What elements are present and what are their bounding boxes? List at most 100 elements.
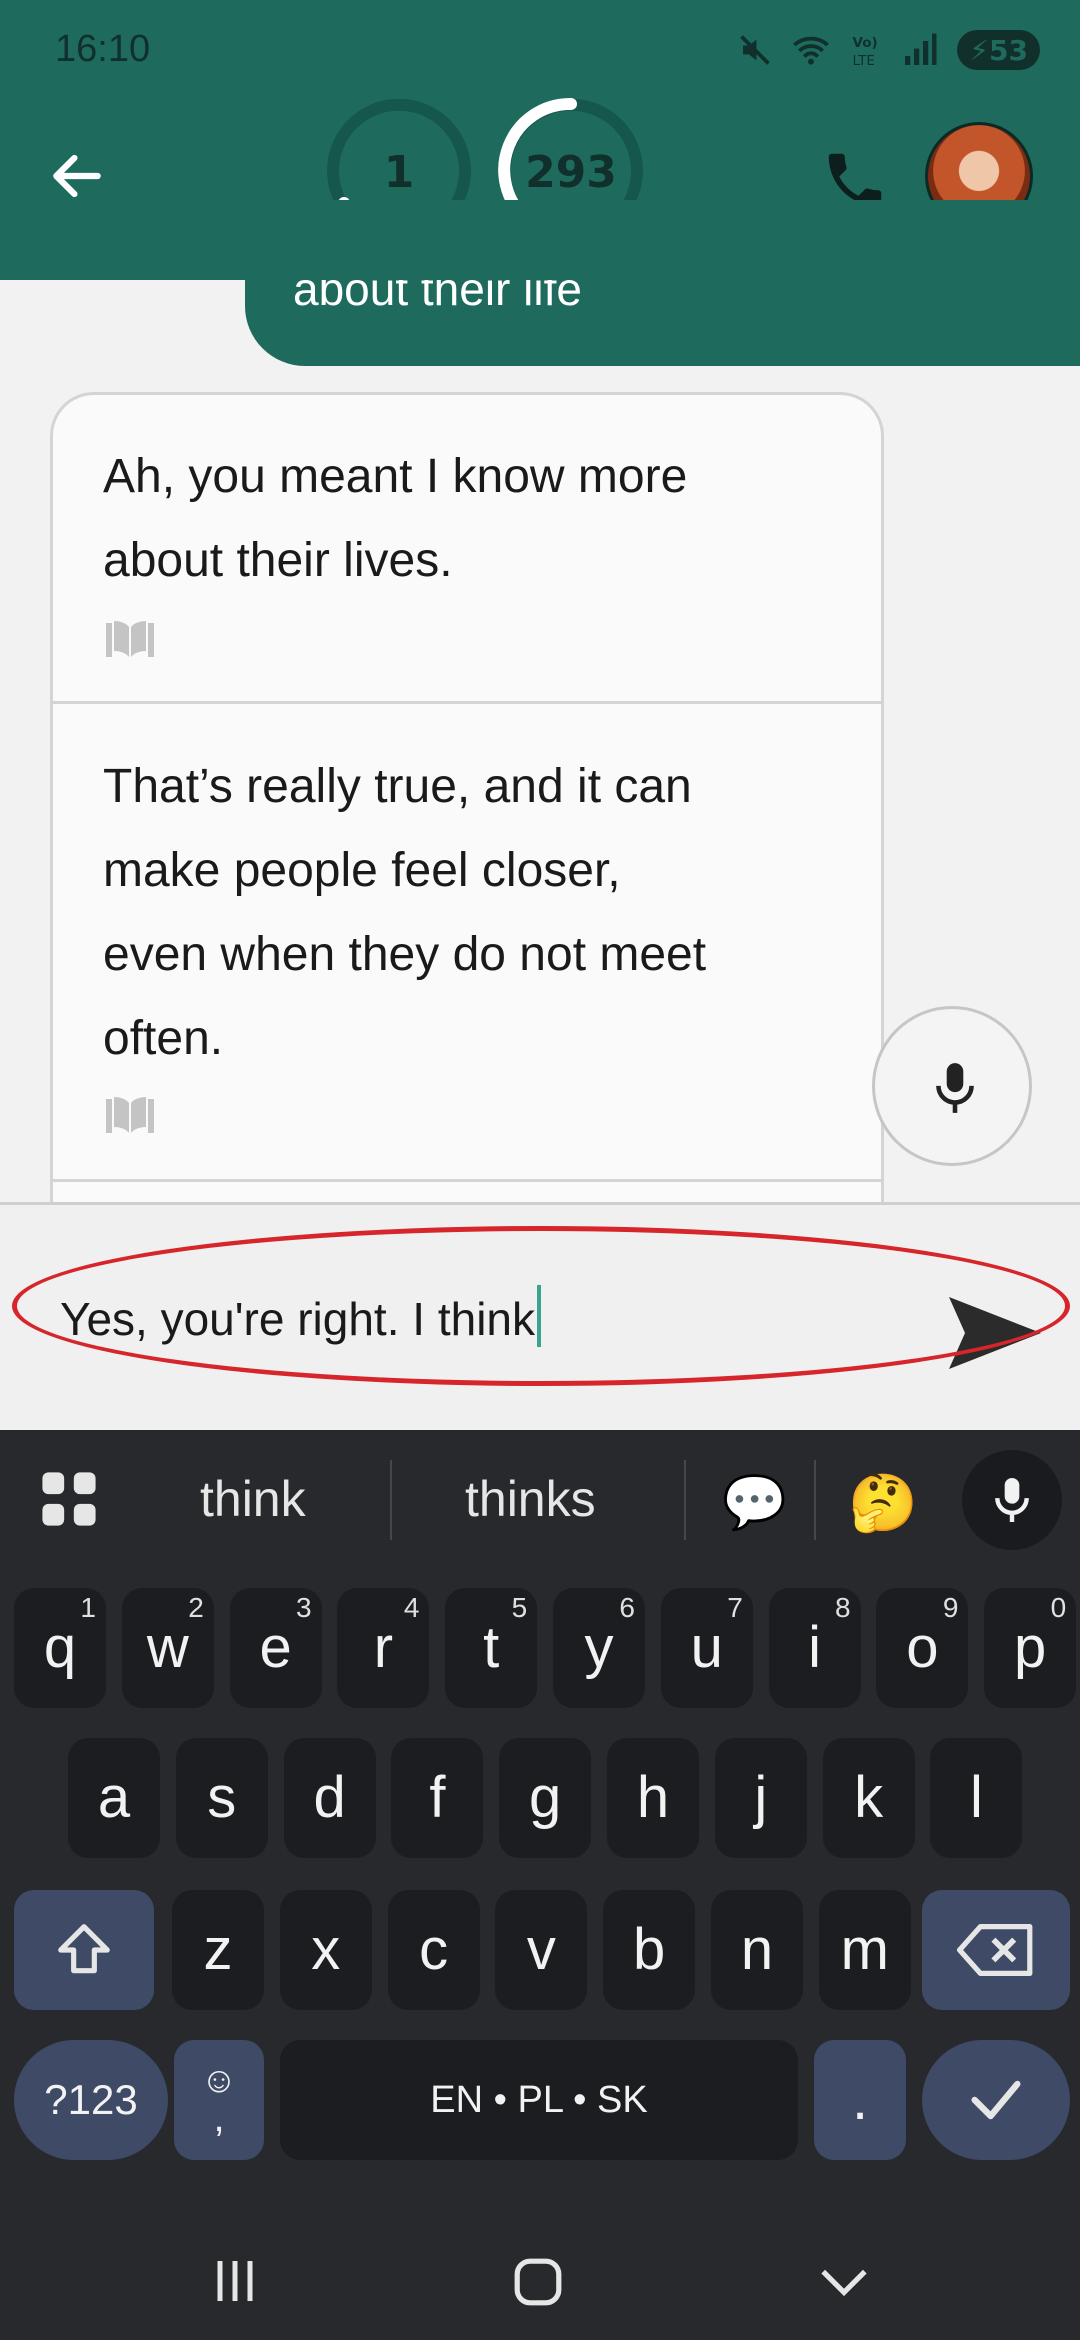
keyboard-menu-icon[interactable] [40, 1470, 98, 1528]
hide-keyboard-chevron-icon[interactable] [818, 2260, 870, 2304]
key-label: d [313, 1765, 346, 1830]
key-number-hint: 5 [511, 1592, 528, 1623]
key-label: f [429, 1765, 446, 1830]
message-divider [53, 1179, 881, 1182]
symbols-key-label: ?123 [44, 2076, 138, 2123]
message-line: even when they do not meet [103, 928, 707, 981]
svg-text:LTE: LTE [853, 53, 875, 68]
key-label: s [207, 1765, 237, 1830]
emoji-smile-icon: ☺ [200, 2059, 238, 2100]
message-line: often. [103, 1012, 224, 1065]
system-nav-bar [0, 2220, 1080, 2340]
key-number-hint: 7 [727, 1592, 743, 1623]
key-number-hint: 8 [835, 1592, 851, 1623]
trophy-count: 1 [383, 147, 415, 198]
key-u[interactable]: u7 [660, 1588, 753, 1708]
key-number-hint: 1 [80, 1592, 96, 1623]
speech-bubble-emoji-icon[interactable]: 💬 [722, 1472, 787, 1533]
key-g[interactable]: g [499, 1738, 592, 1858]
message-line: make people feel closer, [103, 844, 621, 897]
bot-message-1[interactable]: Ah, you meant I know more about their li… [103, 435, 687, 603]
key-label: p [1014, 1615, 1047, 1680]
battery-icon: ⚡ 53 [957, 30, 1040, 70]
key-k[interactable]: k [822, 1738, 915, 1858]
suggestion-2[interactable]: thinks [465, 1470, 596, 1528]
status-icons: Vo) LTE ⚡ 53 [737, 28, 1040, 72]
key-s[interactable]: s [175, 1738, 268, 1858]
key-p[interactable]: p0 [984, 1588, 1077, 1708]
book-icon[interactable] [103, 1093, 157, 1137]
thinking-face-emoji-icon[interactable]: 🤔 [848, 1470, 918, 1536]
voice-input-button[interactable] [872, 1006, 1032, 1166]
enter-key[interactable] [922, 2040, 1070, 2160]
back-arrow-icon[interactable] [46, 145, 108, 207]
key-n[interactable]: n [711, 1890, 803, 2010]
key-label: h [636, 1765, 670, 1830]
key-label: x [311, 1917, 341, 1982]
suggestion-divider [814, 1460, 816, 1540]
volte-icon: Vo) LTE [853, 35, 878, 68]
key-label: m [840, 1917, 889, 1982]
voice-typing-button[interactable] [962, 1450, 1062, 1550]
header-overlap [245, 200, 1080, 280]
space-key[interactable]: EN • PL • SK [280, 2040, 798, 2160]
key-d[interactable]: d [283, 1738, 376, 1858]
listeners-count: 293 [525, 147, 617, 198]
key-label: n [740, 1917, 774, 1982]
key-f[interactable]: f [391, 1738, 484, 1858]
period-key[interactable]: . [814, 2040, 906, 2160]
book-icon[interactable] [103, 617, 157, 661]
key-number-hint: 6 [619, 1592, 635, 1623]
key-y[interactable]: y6 [553, 1588, 645, 1708]
key-a[interactable]: a [68, 1738, 160, 1858]
backspace-key[interactable] [922, 1890, 1070, 2010]
key-label: e [259, 1615, 292, 1680]
recent-apps-icon[interactable] [210, 2256, 260, 2306]
checkmark-icon [971, 2080, 1021, 2120]
key-e[interactable]: e3 [229, 1588, 322, 1708]
microphone-icon [995, 1478, 1029, 1522]
symbols-key[interactable]: ?123 [14, 2040, 168, 2160]
key-c[interactable]: c [387, 1890, 480, 2010]
suggestion-1[interactable]: think [200, 1470, 306, 1528]
key-number-hint: 4 [403, 1592, 420, 1623]
emoji-comma-key[interactable]: ☺ , [174, 2040, 264, 2160]
key-label: v [526, 1917, 556, 1982]
microphone-icon [936, 1063, 974, 1113]
key-i[interactable]: i8 [768, 1588, 861, 1708]
key-number-hint: 0 [1050, 1592, 1067, 1623]
key-q[interactable]: q1 [14, 1588, 106, 1708]
key-z[interactable]: z [172, 1890, 264, 2010]
key-label: z [203, 1917, 233, 1982]
key-o[interactable]: o9 [876, 1588, 969, 1708]
home-icon[interactable] [512, 2256, 564, 2308]
key-number-hint: 3 [296, 1592, 312, 1623]
key-j[interactable]: j [714, 1738, 807, 1858]
key-b[interactable]: b [603, 1890, 696, 2010]
key-number-hint: 9 [942, 1592, 959, 1623]
key-h[interactable]: h [607, 1738, 699, 1858]
key-label: r [373, 1615, 394, 1680]
svg-text:Vo): Vo) [853, 35, 878, 51]
key-x[interactable]: x [279, 1890, 372, 2010]
suggestion-divider [390, 1460, 392, 1540]
key-label: l [969, 1765, 983, 1830]
keyboard: think thinks 💬 🤔 ?123 ☺ , EN • PL • SK .… [0, 1430, 1080, 2340]
key-t[interactable]: t5 [445, 1588, 538, 1708]
key-l[interactable]: l [930, 1738, 1023, 1858]
bot-message-2[interactable]: That’s really true, and it can make peop… [103, 745, 706, 1081]
mute-icon [740, 35, 771, 65]
wifi-icon [793, 36, 830, 65]
key-w[interactable]: w2 [121, 1588, 214, 1708]
key-label: a [97, 1765, 131, 1830]
key-label: u [690, 1615, 723, 1680]
bot-message-card: Ah, you meant I know more about their li… [50, 392, 884, 1212]
status-time: 16:10 [55, 28, 151, 70]
suggestion-divider [684, 1460, 686, 1540]
key-v[interactable]: v [495, 1890, 588, 2010]
key-r[interactable]: r4 [337, 1588, 430, 1708]
shift-key[interactable] [14, 1890, 154, 2010]
key-label: b [633, 1917, 666, 1982]
key-m[interactable]: m [818, 1890, 911, 2010]
message-divider [53, 701, 881, 704]
